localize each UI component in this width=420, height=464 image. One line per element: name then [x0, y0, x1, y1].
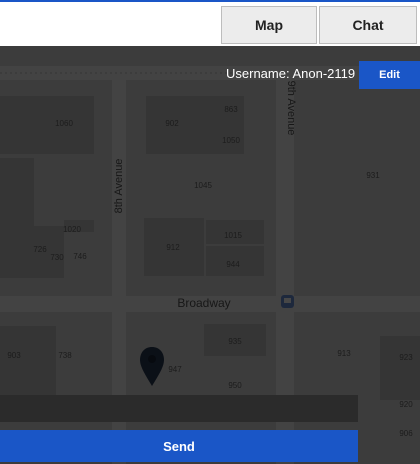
- top-bar: Map Chat: [0, 0, 420, 46]
- street-label-broadway: Broadway: [177, 296, 230, 310]
- svg-text:906: 906: [399, 429, 413, 438]
- send-button[interactable]: Send: [0, 430, 358, 462]
- transit-stop-icon[interactable]: [281, 295, 294, 308]
- svg-text:1020: 1020: [63, 225, 81, 234]
- svg-text:903: 903: [7, 351, 21, 360]
- svg-text:947: 947: [168, 365, 182, 374]
- username-label: Username: Anon-2119: [226, 66, 356, 81]
- svg-text:944: 944: [226, 260, 240, 269]
- street-label-8th-avenue: 8th Avenue: [113, 159, 125, 214]
- svg-text:863: 863: [224, 105, 238, 114]
- svg-text:746: 746: [73, 252, 87, 261]
- message-input[interactable]: [0, 395, 358, 422]
- street-label-9th-avenue: 9th Avenue: [285, 81, 297, 136]
- svg-text:912: 912: [166, 243, 180, 252]
- svg-text:913: 913: [337, 349, 351, 358]
- edit-username-button[interactable]: Edit: [359, 61, 420, 89]
- svg-text:738: 738: [58, 351, 72, 360]
- svg-text:920: 920: [399, 400, 413, 409]
- svg-text:950: 950: [228, 381, 242, 390]
- tab-map[interactable]: Map: [221, 6, 317, 44]
- svg-text:931: 931: [366, 171, 380, 180]
- svg-text:902: 902: [165, 119, 179, 128]
- svg-text:730: 730: [50, 253, 64, 262]
- svg-text:1060: 1060: [55, 119, 73, 128]
- svg-text:1015: 1015: [224, 231, 242, 240]
- tab-chat[interactable]: Chat: [319, 6, 417, 44]
- svg-text:923: 923: [399, 353, 413, 362]
- svg-text:1050: 1050: [222, 136, 240, 145]
- svg-text:726: 726: [33, 245, 47, 254]
- svg-text:935: 935: [228, 337, 242, 346]
- svg-text:1045: 1045: [194, 181, 212, 190]
